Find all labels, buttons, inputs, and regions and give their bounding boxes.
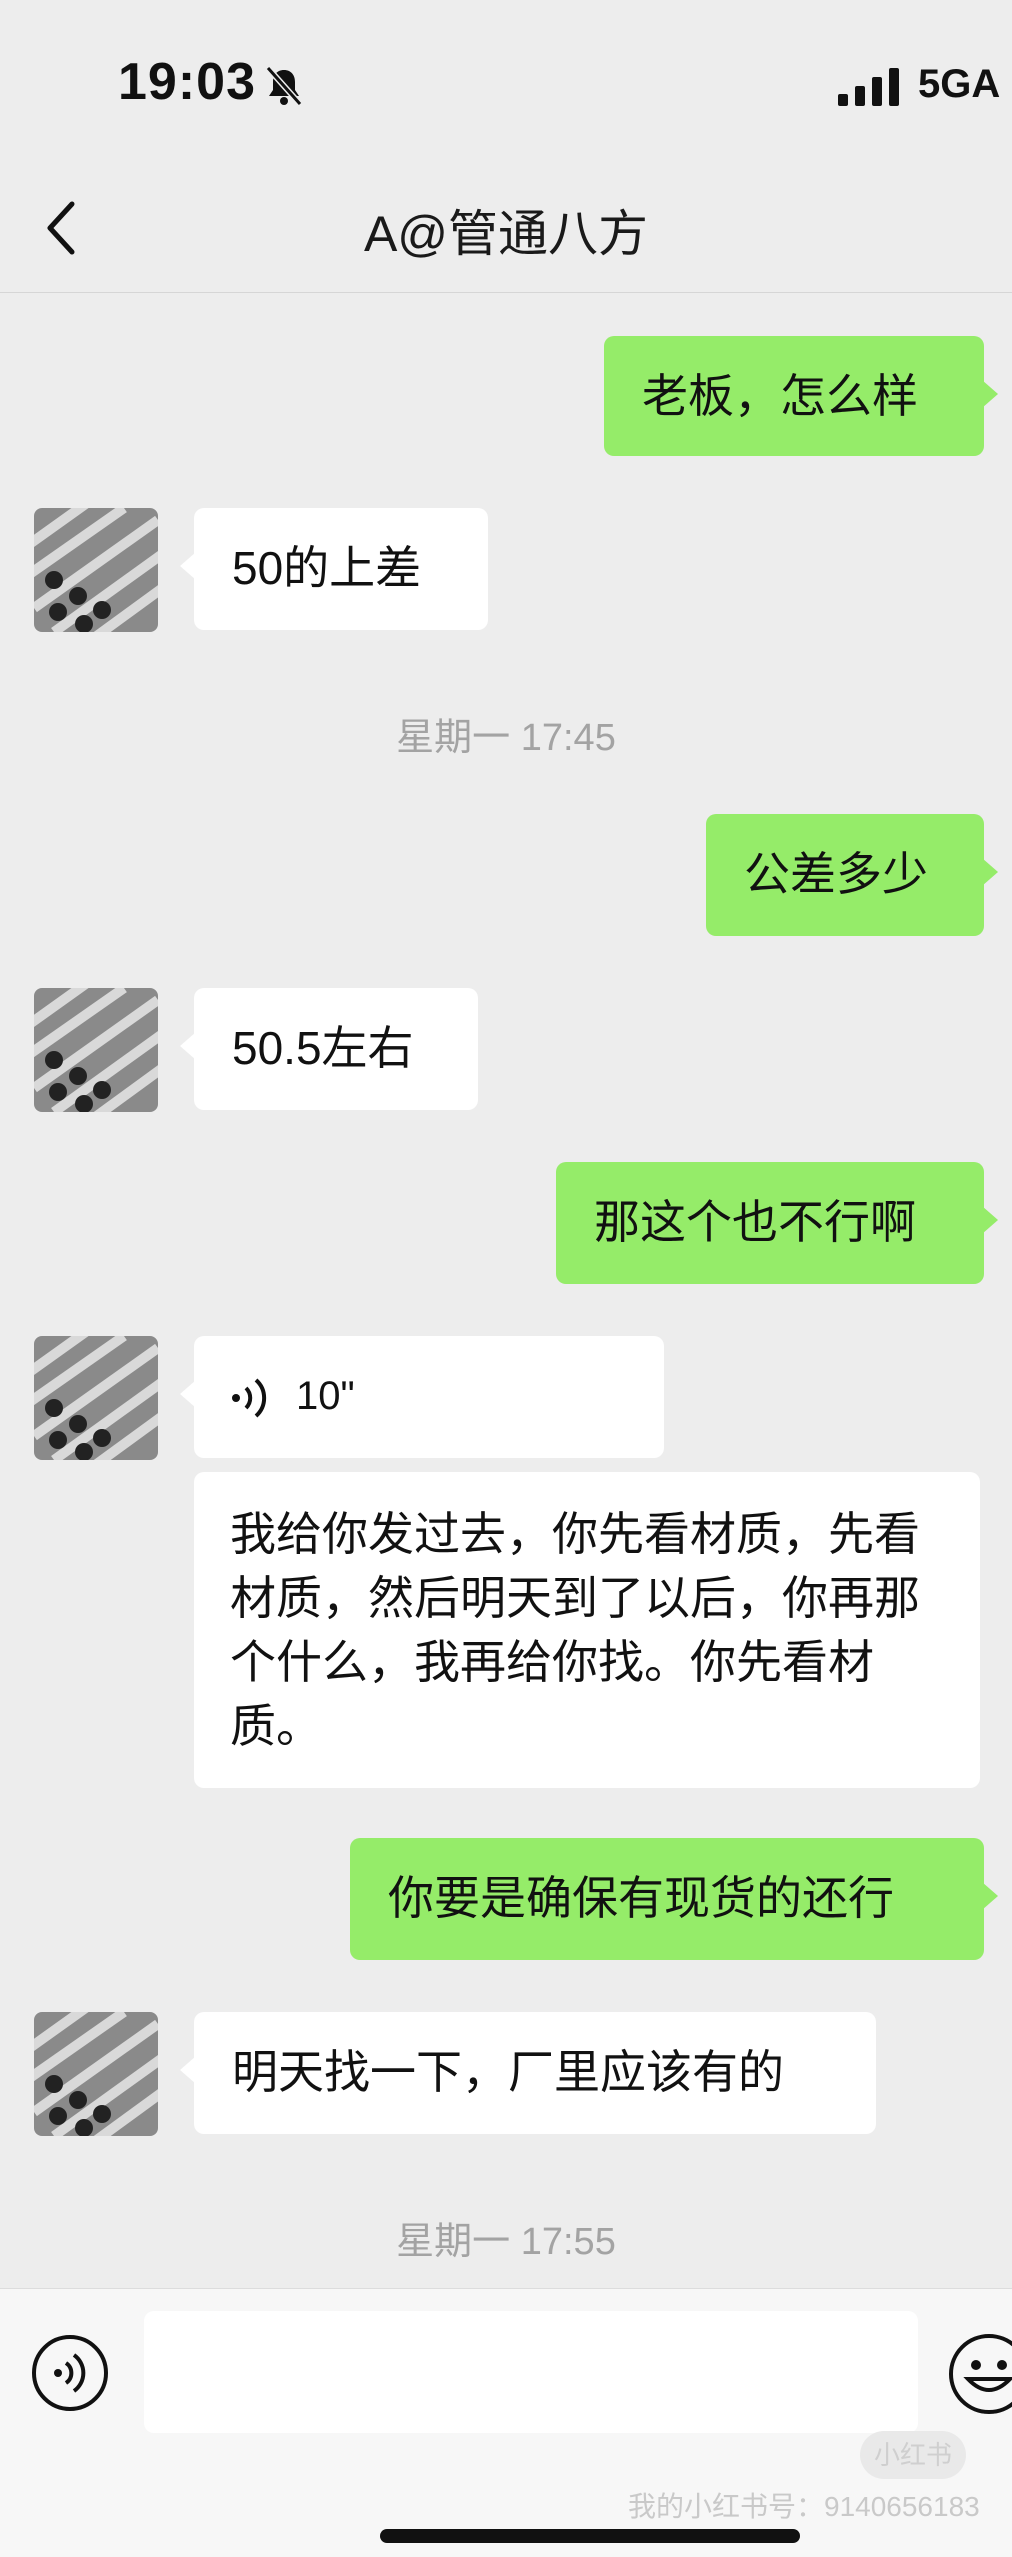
message-text: 50的上差 — [232, 542, 422, 594]
cellular-signal-icon — [838, 68, 899, 106]
message-text: 老板，怎么样 — [642, 370, 918, 422]
voice-transcription: 我给你发过去，你先看材质，先看材质，然后明天到了以后，你再那个什么，我再给你找。… — [194, 1472, 980, 1788]
contact-avatar[interactable] — [34, 508, 158, 632]
time-divider: 星期一 17:45 — [396, 717, 616, 759]
home-indicator[interactable] — [380, 2529, 800, 2543]
message-bubble-incoming[interactable]: 50的上差 — [180, 508, 488, 630]
voice-input-icon[interactable] — [30, 2333, 110, 2413]
message-bubble-outgoing[interactable]: 公差多少 — [706, 814, 998, 936]
watermark-text: 我的小红书号：9140656183 — [628, 2491, 980, 2522]
contact-avatar[interactable] — [34, 2012, 158, 2136]
voice-wave-icon — [232, 1378, 267, 1418]
message-input[interactable] — [144, 2311, 918, 2433]
chat-input-bar: 小红书 我的小红书号：9140656183 — [0, 2288, 1012, 2557]
message-text: 50.5左右 — [232, 1022, 414, 1074]
pipes-avatar-icon — [34, 2012, 158, 2136]
message-bubble-incoming[interactable]: 50.5左右 — [180, 988, 478, 1110]
voice-duration: 10" — [296, 1374, 355, 1418]
message-bubble-outgoing[interactable]: 那这个也不行啊 — [556, 1162, 998, 1284]
message-bubble-outgoing[interactable]: 你要是确保有现货的还行 — [350, 1838, 998, 1960]
message-bubble-outgoing[interactable]: 老板，怎么样 — [604, 336, 998, 456]
chat-title: A@管通八方 — [363, 206, 649, 262]
xiaohongshu-badge: 小红书 — [860, 2431, 966, 2479]
message-text: 明天找一下，厂里应该有的 — [232, 2046, 784, 2098]
message-bubble-incoming[interactable]: 明天找一下，厂里应该有的 — [180, 2012, 876, 2134]
pipes-avatar-icon — [34, 988, 158, 1112]
bell-muted-icon — [265, 66, 303, 106]
pipes-avatar-icon — [34, 1336, 158, 1460]
network-type: 5GA — [918, 62, 1001, 106]
chat-header: A@管通八方 — [0, 170, 1012, 293]
time-divider: 星期一 17:55 — [396, 2221, 616, 2263]
pipes-avatar-icon — [34, 508, 158, 632]
contact-avatar[interactable] — [34, 1336, 158, 1460]
emoji-icon[interactable] — [944, 2329, 1012, 2419]
message-text: 那这个也不行啊 — [594, 1196, 916, 1248]
status-time: 19:03 — [118, 53, 256, 111]
message-text: 公差多少 — [744, 848, 928, 900]
voice-message-bubble[interactable]: 10" — [180, 1336, 664, 1458]
message-text: 你要是确保有现货的还行 — [388, 1872, 894, 1924]
contact-avatar[interactable] — [34, 988, 158, 1112]
status-bar: 19:03 5GA — [0, 0, 1012, 170]
transcription-text: 我给你发过去，你先看材质，先看材质，然后明天到了以后，你再那个什么，我再给你找。… — [230, 1508, 920, 1752]
